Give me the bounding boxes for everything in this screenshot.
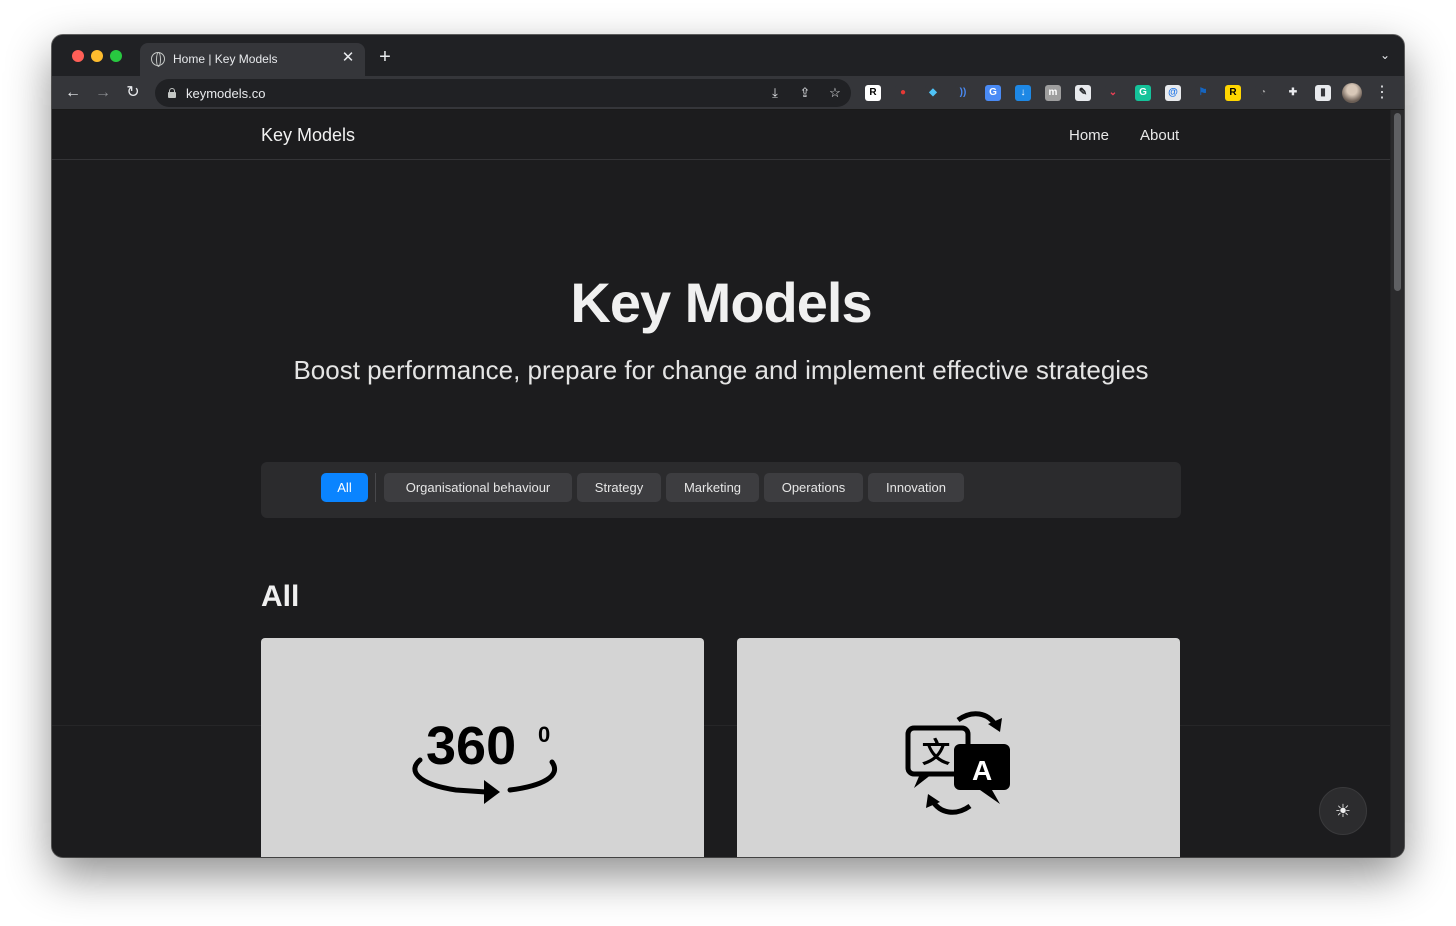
filter-chip-organisational-behaviour[interactable]: Organisational behaviour <box>384 473 572 502</box>
page-viewport: Key Models Home About Key Models Boost p… <box>52 110 1404 857</box>
m-extension-icon[interactable]: m <box>1045 85 1061 101</box>
tab-title: Home | Key Models <box>173 52 278 66</box>
gauge-extension-icon[interactable]: ◔ <box>1255 85 1271 101</box>
theme-toggle-sun-icon[interactable]: ☀ <box>1319 787 1367 835</box>
globe-icon <box>151 52 165 67</box>
R-yellow-extension-icon[interactable]: R <box>1225 85 1241 101</box>
nav-link-home[interactable]: Home <box>1069 127 1109 144</box>
minimize-window-button[interactable] <box>91 50 103 62</box>
page-scrollbar[interactable] <box>1390 110 1404 857</box>
filter-divider <box>375 473 376 502</box>
at-extension-icon[interactable]: @ <box>1165 85 1181 101</box>
svg-text:0: 0 <box>538 722 550 747</box>
svg-text:文: 文 <box>922 736 950 769</box>
google-translate-extension-icon[interactable]: G <box>985 85 1001 101</box>
side-panel-icon[interactable]: ▮ <box>1315 85 1331 101</box>
close-window-button[interactable] <box>72 50 84 62</box>
tab-strip: Home | Key Models ✕ + ⌄ <box>52 35 1404 76</box>
share-icon[interactable]: ⇪ <box>795 83 815 103</box>
site-brand[interactable]: Key Models <box>261 125 355 146</box>
hero-title: Key Models <box>570 271 872 334</box>
pokeball-extension-icon[interactable]: ● <box>895 85 911 101</box>
new-tab-button[interactable]: + <box>374 46 396 68</box>
svg-text:A: A <box>972 755 992 786</box>
browser-tab[interactable]: Home | Key Models ✕ <box>140 43 365 76</box>
page-divider <box>52 725 1390 726</box>
address-bar[interactable]: keymodels.co ⤓ ⇪ ☆ <box>155 79 851 107</box>
hero-subtitle: Boost performance, prepare for change an… <box>293 355 1149 385</box>
translate-icon: 文 A <box>905 711 1010 815</box>
R-extension-icon[interactable]: R <box>865 85 881 101</box>
filter-chip-operations[interactable]: Operations <box>764 473 863 502</box>
section-title: All <box>261 580 300 613</box>
flag-extension-icon[interactable]: ⚑ <box>1195 85 1211 101</box>
model-card[interactable]: 360 0 <box>261 638 704 857</box>
diamond-extension-icon[interactable]: ◆ <box>925 85 941 101</box>
forward-button[interactable]: → <box>92 82 114 104</box>
site-navbar: Key Models Home About <box>52 110 1390 160</box>
browser-window: Home | Key Models ✕ + ⌄ ← → ↻ keymodels.… <box>52 35 1404 857</box>
browser-menu-icon[interactable]: ⋮ <box>1374 82 1390 104</box>
profile-avatar[interactable] <box>1342 83 1362 103</box>
bookmark-star-icon[interactable]: ☆ <box>825 83 845 103</box>
reload-button[interactable]: ↻ <box>122 82 144 104</box>
tab-search-chevron-icon[interactable]: ⌄ <box>1380 48 1390 62</box>
category-filter-bar: All Organisational behaviour Strategy Ma… <box>261 462 1181 518</box>
zoom-window-button[interactable] <box>110 50 122 62</box>
svg-text:360: 360 <box>426 716 516 776</box>
pen-extension-icon[interactable]: ✎ <box>1075 85 1091 101</box>
browser-toolbar: ← → ↻ keymodels.co ⤓ ⇪ ☆ R ● ◆)) G ↓ m ✎ ⌄ G @ ⚑ R ◔… <box>52 76 1404 110</box>
filter-chip-marketing[interactable]: Marketing <box>666 473 759 502</box>
lock-icon[interactable] <box>168 88 176 98</box>
wifi-extension-icon[interactable]: )) <box>955 85 971 101</box>
close-icon[interactable]: ✕ <box>339 49 357 67</box>
download-extension-icon[interactable]: ↓ <box>1015 85 1031 101</box>
filter-chip-strategy[interactable]: Strategy <box>577 473 661 502</box>
grammarly-extension-icon[interactable]: G <box>1135 85 1151 101</box>
back-button[interactable]: ← <box>62 82 84 104</box>
pocket-extension-icon[interactable]: ⌄ <box>1105 85 1121 101</box>
filter-chip-all[interactable]: All <box>321 473 368 502</box>
scrollbar-thumb[interactable] <box>1394 113 1401 291</box>
puzzle-extensions-icon[interactable]: ✚ <box>1285 85 1301 101</box>
360-degree-icon: 360 0 <box>412 716 557 804</box>
nav-link-about[interactable]: About <box>1140 127 1179 144</box>
url-text[interactable]: keymodels.co <box>186 86 265 101</box>
filter-chip-innovation[interactable]: Innovation <box>868 473 964 502</box>
model-card[interactable]: 文 A <box>737 638 1180 857</box>
install-app-icon[interactable]: ⤓ <box>765 83 785 103</box>
